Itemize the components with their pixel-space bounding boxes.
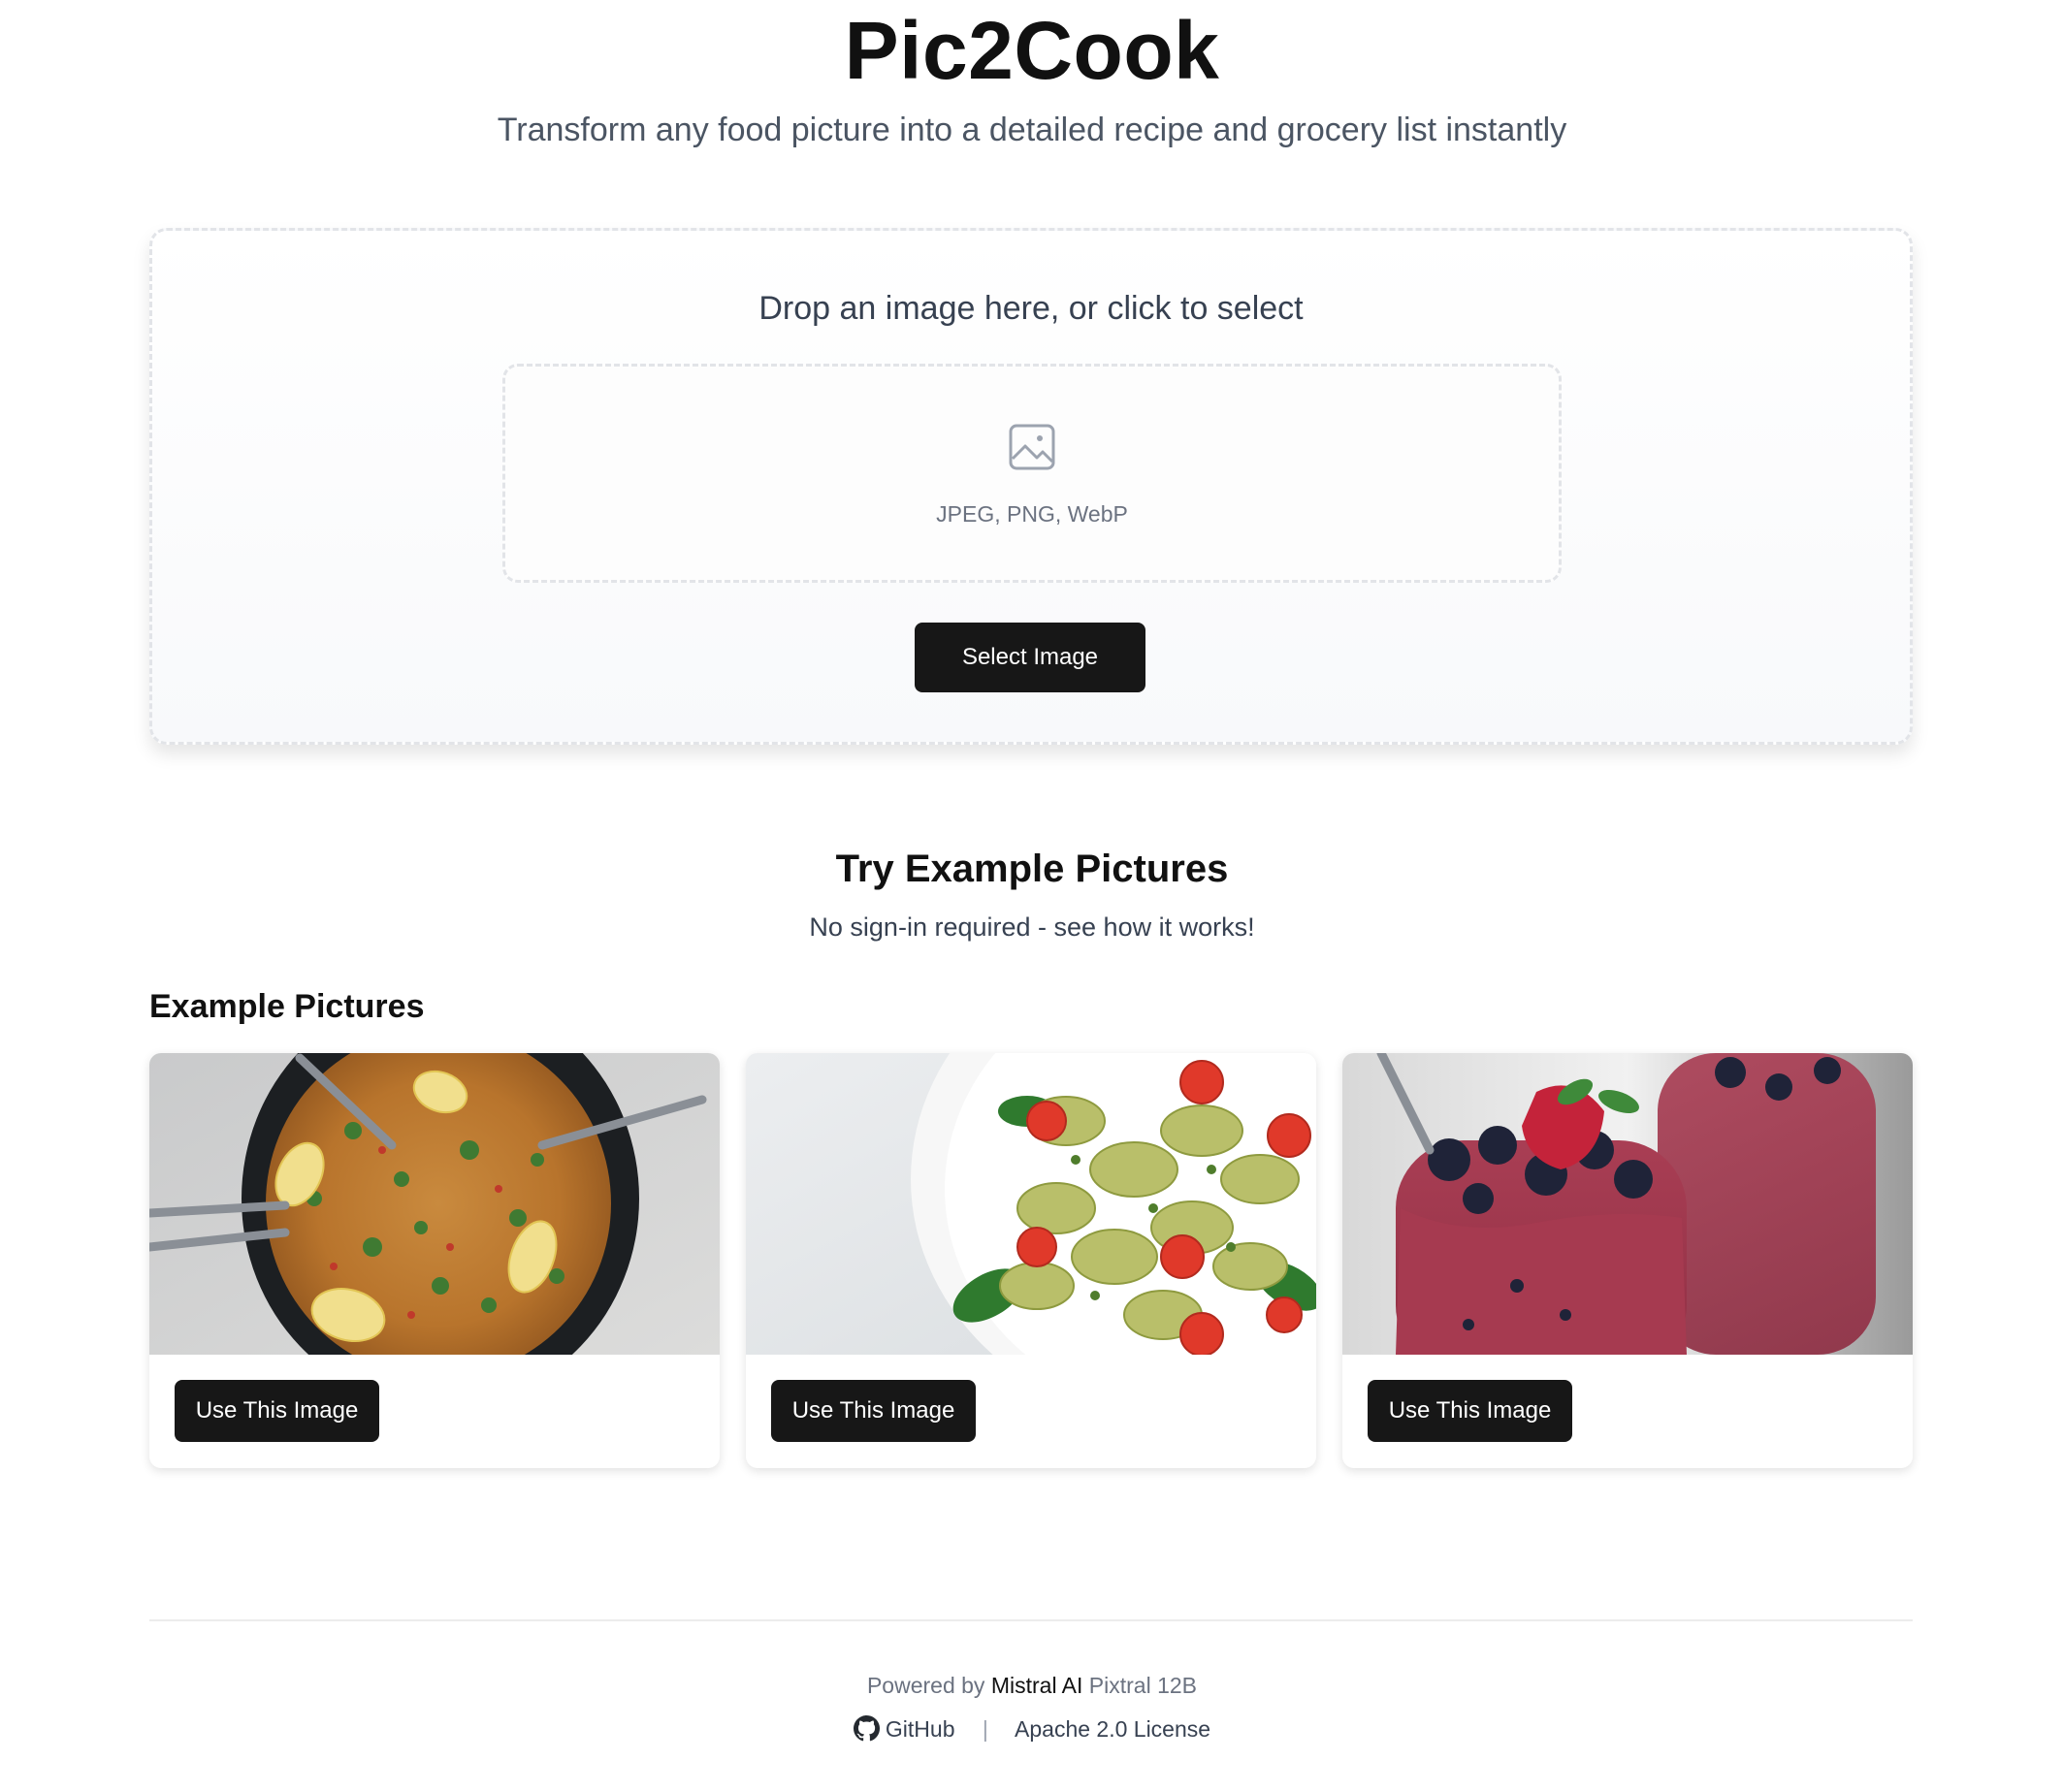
github-label: GitHub <box>885 1716 955 1742</box>
select-image-button[interactable]: Select Image <box>915 623 1145 692</box>
examples-label: Example Pictures <box>149 988 425 1025</box>
example-card: Use This Image <box>746 1053 1316 1468</box>
powered-prefix: Powered by <box>866 1673 985 1698</box>
use-image-button-1[interactable]: Use This Image <box>175 1380 379 1442</box>
dropzone[interactable]: JPEG, PNG, WebP <box>502 364 1562 583</box>
examples-title: Try Example Pictures <box>835 848 1229 890</box>
footer-separator: | <box>982 1716 988 1742</box>
example-card: Use This Image <box>1342 1053 1913 1468</box>
powered-model: Pixtral 12B <box>1088 1673 1198 1698</box>
berry-smoothie-photo[interactable] <box>1342 1053 1913 1355</box>
footer-links: GitHub | Apache 2.0 License <box>0 1713 2064 1744</box>
pesto-pasta-salad-photo[interactable] <box>746 1053 1316 1355</box>
footer-divider <box>149 1619 1913 1621</box>
use-image-button-3[interactable]: Use This Image <box>1368 1380 1572 1442</box>
github-link[interactable]: GitHub <box>853 1715 961 1742</box>
upload-heading: Drop an image here, or click to select <box>758 290 1304 327</box>
supported-formats: JPEG, PNG, WebP <box>936 501 1128 527</box>
image-icon <box>1009 424 1055 470</box>
powered-brand: Mistral AI <box>990 1673 1083 1698</box>
example-cards: Use This Image Use This Image Use This I… <box>149 1053 1913 1468</box>
page-subtitle: Transform any food picture into a detail… <box>497 112 1567 148</box>
upload-card[interactable]: Drop an image here, or click to select J… <box>149 228 1913 745</box>
license-link[interactable]: Apache 2.0 License <box>1015 1716 1210 1742</box>
example-card: Use This Image <box>149 1053 720 1468</box>
github-icon <box>853 1715 880 1742</box>
page-title: Pic2Cook <box>844 5 1220 96</box>
examples-subtitle: No sign-in required - see how it works! <box>809 912 1255 942</box>
use-image-button-2[interactable]: Use This Image <box>771 1380 976 1442</box>
powered-by: Powered by Mistral AI Pixtral 12B <box>0 1670 2064 1701</box>
paella-photo[interactable] <box>149 1053 720 1355</box>
